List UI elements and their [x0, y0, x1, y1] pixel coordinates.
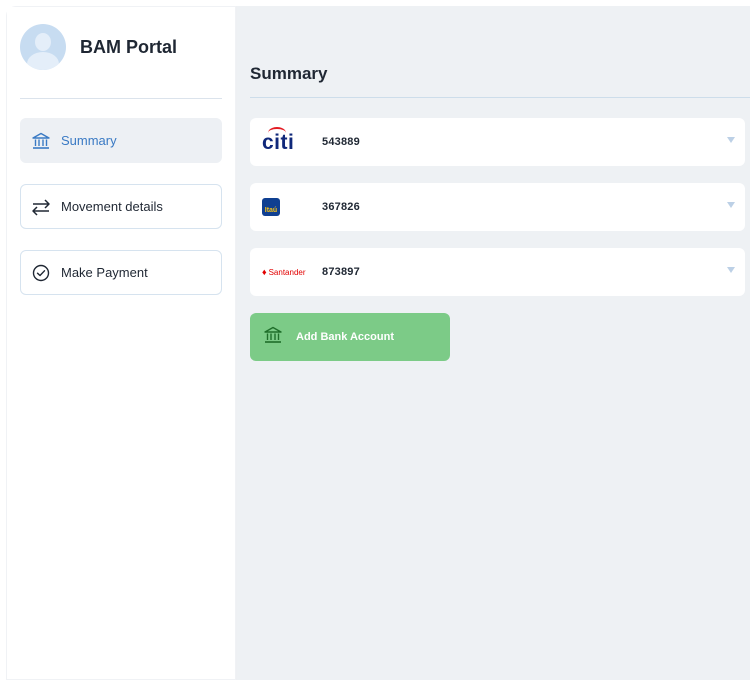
sidebar-item-movement-details[interactable]: Movement details: [20, 184, 222, 229]
account-number: 543889: [322, 136, 360, 148]
sidebar-item-label: Make Payment: [61, 265, 148, 280]
app-title: BAM Portal: [80, 36, 178, 57]
sidebar-nav: Summary Movement details Make Payment: [20, 118, 222, 316]
add-bank-account-button[interactable]: Add Bank Account: [250, 313, 450, 361]
bank-icon: [31, 131, 51, 151]
sidebar-divider: [20, 98, 222, 99]
main-content: Summary citi 543889 Itaú 367826 ♦ Santand…: [237, 6, 750, 680]
sidebar-item-make-payment[interactable]: Make Payment: [20, 250, 222, 295]
app-window: BAM Portal Summary Movement details Make…: [6, 6, 750, 680]
account-row-itau[interactable]: Itaú 367826: [250, 183, 745, 231]
avatar[interactable]: [20, 24, 66, 70]
sidebar-item-summary[interactable]: Summary: [20, 118, 222, 163]
title-divider: [250, 97, 750, 98]
add-bank-account-label: Add Bank Account: [296, 331, 394, 343]
account-row-santander[interactable]: ♦ Santander 873897: [250, 248, 745, 296]
account-number: 873897: [322, 266, 360, 278]
santander-logo: ♦ Santander: [262, 267, 306, 277]
chevron-down-icon[interactable]: [727, 202, 735, 208]
avatar-head-shape: [35, 33, 51, 51]
bank-icon: [264, 326, 282, 349]
brand: BAM Portal: [20, 24, 177, 70]
chevron-down-icon[interactable]: [727, 267, 735, 273]
sidebar: BAM Portal Summary Movement details Make…: [6, 6, 237, 680]
account-row-citi[interactable]: citi 543889: [250, 118, 745, 166]
account-list: citi 543889 Itaú 367826 ♦ Santander 87389…: [250, 118, 745, 313]
arrows-exchange-icon: [31, 197, 51, 217]
check-circle-icon: [31, 263, 51, 283]
account-number: 367826: [322, 201, 360, 213]
page-title: Summary: [250, 64, 328, 83]
sidebar-item-label: Summary: [61, 133, 117, 148]
itau-logo: Itaú: [262, 198, 322, 216]
avatar-body-shape: [27, 52, 59, 70]
chevron-down-icon[interactable]: [727, 137, 735, 143]
sidebar-item-label: Movement details: [61, 199, 163, 214]
citi-logo: citi: [262, 126, 322, 153]
